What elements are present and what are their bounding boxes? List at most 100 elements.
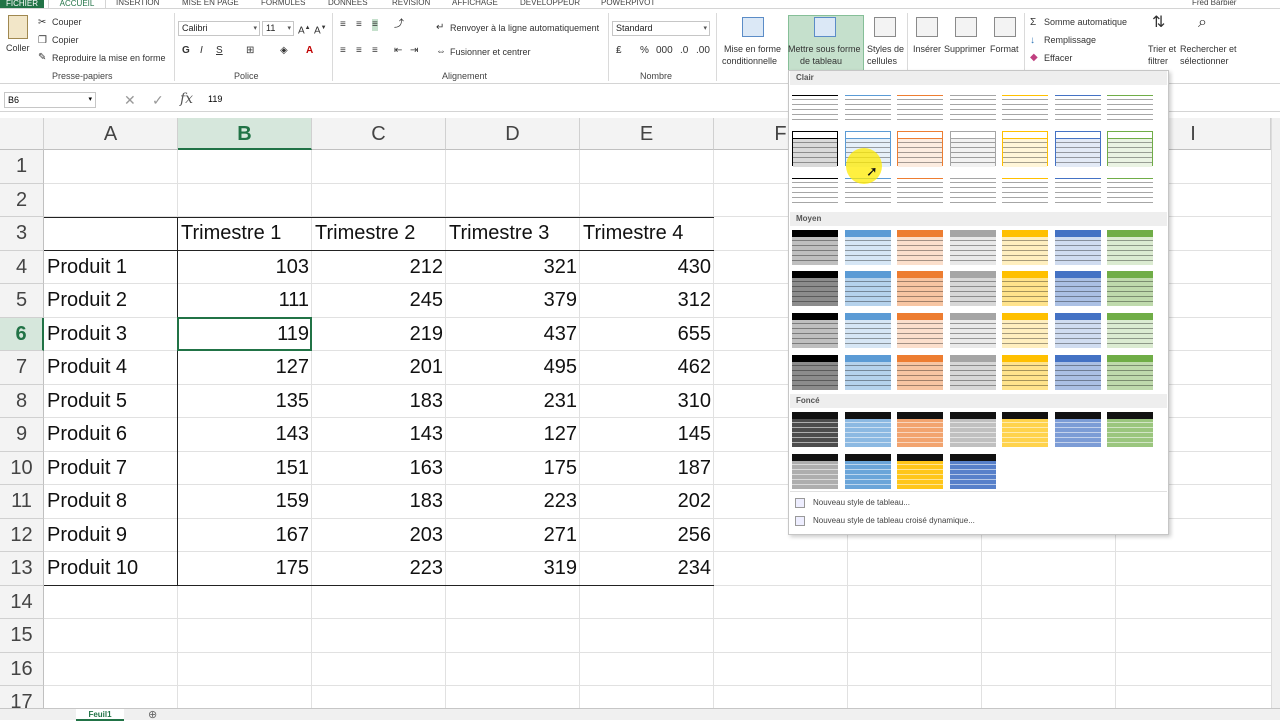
- percent-icon[interactable]: %: [640, 45, 649, 57]
- data-cell[interactable]: 234: [580, 552, 714, 586]
- row-header[interactable]: 17: [0, 686, 44, 710]
- column-header[interactable]: A: [44, 118, 178, 150]
- data-cell[interactable]: 143: [178, 418, 312, 452]
- align-left-icon[interactable]: ≡: [340, 45, 346, 57]
- data-cell[interactable]: 103: [178, 251, 312, 285]
- table-style-thumbnail[interactable]: [1002, 89, 1048, 124]
- font-size-select[interactable]: 11 ▾: [262, 21, 294, 36]
- table-style-thumbnail[interactable]: [1055, 271, 1101, 306]
- data-cell[interactable]: 175: [178, 552, 312, 586]
- conditional-formatting-button[interactable]: Mise en forme: [724, 44, 781, 55]
- find-select-button[interactable]: Rechercher et: [1180, 44, 1237, 55]
- table-style-thumbnail[interactable]: [1002, 313, 1048, 348]
- data-cell[interactable]: 202: [580, 485, 714, 519]
- data-cell[interactable]: 135: [178, 385, 312, 419]
- row-label-cell[interactable]: Produit 2: [44, 284, 178, 318]
- row-header[interactable]: 9: [0, 418, 44, 452]
- data-cell[interactable]: 219: [312, 318, 446, 352]
- table-style-thumbnail[interactable]: [1055, 131, 1101, 167]
- sheet-tab[interactable]: Feuil1: [76, 709, 124, 721]
- cell-styles-button-line2[interactable]: cellules: [867, 56, 897, 67]
- align-bottom-icon[interactable]: ≡: [372, 19, 378, 31]
- fill-button[interactable]: Remplissage: [1044, 35, 1096, 46]
- format-as-table-button-line2[interactable]: de tableau: [800, 56, 842, 67]
- tab-review[interactable]: RÉVISION: [392, 0, 430, 8]
- fill-color-icon[interactable]: ◈: [280, 45, 288, 57]
- user-name[interactable]: Fred Barbier: [1192, 0, 1236, 8]
- tab-home[interactable]: ACCUEIL: [48, 0, 106, 8]
- clear-button[interactable]: Effacer: [1044, 53, 1072, 64]
- align-middle-icon[interactable]: ≡: [356, 19, 362, 31]
- row-label-cell[interactable]: Produit 3: [44, 318, 178, 352]
- data-cell[interactable]: 201: [312, 351, 446, 385]
- data-cell[interactable]: 271: [446, 519, 580, 553]
- row-label-cell[interactable]: Produit 9: [44, 519, 178, 553]
- table-style-thumbnail[interactable]: [792, 172, 838, 207]
- data-cell[interactable]: 223: [446, 485, 580, 519]
- merge-center-icon[interactable]: ⇔: [436, 46, 446, 58]
- table-style-thumbnail[interactable]: [792, 412, 838, 447]
- insert-cells-icon[interactable]: [916, 17, 938, 37]
- conditional-formatting-button-line2[interactable]: conditionnelle: [722, 56, 777, 67]
- table-style-thumbnail[interactable]: [1055, 313, 1101, 348]
- table-style-thumbnail[interactable]: [1107, 355, 1153, 390]
- thousands-icon[interactable]: 000: [656, 45, 673, 57]
- tab-file[interactable]: FICHIER: [0, 0, 44, 8]
- data-cell[interactable]: 175: [446, 452, 580, 486]
- add-sheet-icon[interactable]: ⊕: [148, 708, 157, 721]
- table-style-thumbnail[interactable]: [1107, 89, 1153, 124]
- insert-function-icon[interactable]: fx: [180, 91, 193, 107]
- font-color-icon[interactable]: A: [306, 45, 313, 57]
- delete-cells-button[interactable]: Supprimer: [944, 44, 986, 55]
- row-header[interactable]: 7: [0, 351, 44, 385]
- tab-formulas[interactable]: FORMULES: [261, 0, 305, 8]
- shrink-font-icon[interactable]: A▼: [314, 22, 327, 37]
- table-style-thumbnail[interactable]: [897, 454, 943, 489]
- tab-page-layout[interactable]: MISE EN PAGE: [182, 0, 239, 8]
- table-style-thumbnail[interactable]: [792, 313, 838, 348]
- paste-button[interactable]: Coller: [6, 43, 30, 54]
- format-painter-button[interactable]: Reproduire la mise en forme: [52, 53, 166, 64]
- data-cell[interactable]: 310: [580, 385, 714, 419]
- data-cell[interactable]: 183: [312, 385, 446, 419]
- row-label-cell[interactable]: Produit 10: [44, 552, 178, 586]
- merge-center-button[interactable]: Fusionner et centrer: [450, 47, 531, 58]
- wrap-text-icon[interactable]: ↵: [436, 22, 444, 34]
- table-style-thumbnail[interactable]: [1107, 131, 1153, 167]
- enter-icon[interactable]: ✓: [152, 92, 164, 109]
- format-cells-icon[interactable]: [994, 17, 1016, 37]
- bold-button[interactable]: G: [182, 45, 190, 57]
- table-style-thumbnail[interactable]: [845, 271, 891, 306]
- row-header[interactable]: 2: [0, 183, 44, 217]
- row-header[interactable]: 13: [0, 552, 44, 586]
- table-style-thumbnail[interactable]: [845, 89, 891, 124]
- data-cell[interactable]: 462: [580, 351, 714, 385]
- data-cell[interactable]: 379: [446, 284, 580, 318]
- decrease-indent-icon[interactable]: ⇤: [394, 45, 402, 57]
- table-style-thumbnail[interactable]: [1002, 412, 1048, 447]
- table-style-thumbnail[interactable]: [1055, 230, 1101, 265]
- orientation-icon[interactable]: ⤴: [394, 19, 404, 31]
- table-style-thumbnail[interactable]: [897, 230, 943, 265]
- data-cell[interactable]: 167: [178, 519, 312, 553]
- data-cell[interactable]: 321: [446, 251, 580, 285]
- currency-icon[interactable]: ₤: [616, 45, 622, 57]
- table-style-thumbnail[interactable]: [1002, 230, 1048, 265]
- column-header[interactable]: B: [178, 118, 312, 150]
- cut-button[interactable]: Couper: [52, 17, 82, 28]
- row-header[interactable]: 4: [0, 250, 44, 284]
- table-style-thumbnail[interactable]: [897, 412, 943, 447]
- table-style-thumbnail[interactable]: [1002, 172, 1048, 207]
- table-style-thumbnail[interactable]: [897, 172, 943, 207]
- sort-filter-button-line2[interactable]: filtrer: [1148, 56, 1168, 67]
- row-header[interactable]: 3: [0, 217, 44, 251]
- table-style-thumbnail[interactable]: [1002, 131, 1048, 167]
- row-label-cell[interactable]: Produit 1: [44, 251, 178, 285]
- paste-icon[interactable]: [8, 15, 28, 39]
- table-style-thumbnail[interactable]: [950, 230, 996, 265]
- table-style-thumbnail[interactable]: [1107, 172, 1153, 207]
- row-label-cell[interactable]: Produit 6: [44, 418, 178, 452]
- table-header-cell[interactable]: Trimestre 1: [178, 217, 312, 251]
- data-cell[interactable]: 187: [580, 452, 714, 486]
- table-style-thumbnail[interactable]: [1055, 355, 1101, 390]
